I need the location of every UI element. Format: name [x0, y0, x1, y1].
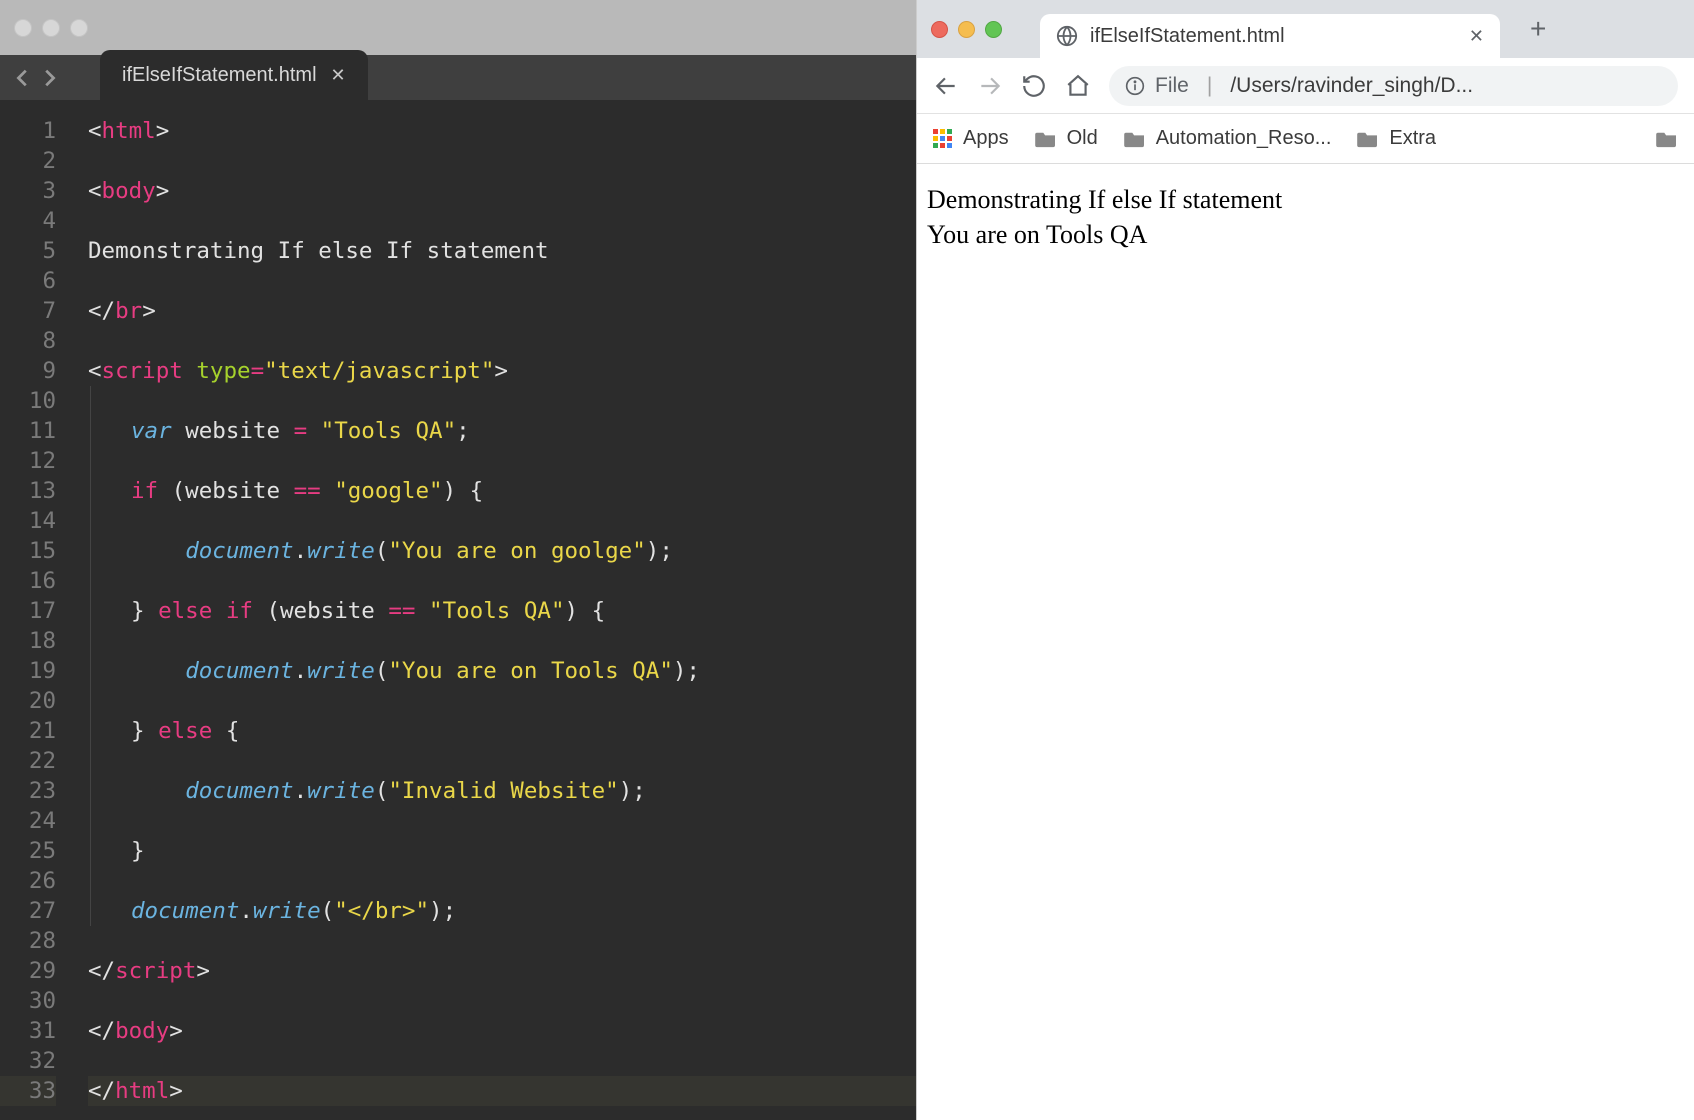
- folder-icon: [1656, 130, 1678, 148]
- editor-tab-close-icon[interactable]: ✕: [331, 65, 346, 86]
- window-control-close[interactable]: [931, 21, 948, 38]
- bookmarks-bar: Apps Old Automation_Reso... Extra: [917, 114, 1694, 164]
- editor-tab-title: ifElseIfStatement.html: [122, 64, 317, 87]
- window-control-close[interactable]: [14, 19, 32, 37]
- browser-tab-close-icon[interactable]: ✕: [1469, 26, 1484, 47]
- site-info-icon[interactable]: [1125, 76, 1145, 96]
- bookmark-label: Old: [1067, 127, 1098, 150]
- browser-tabstrip: ifElseIfStatement.html ✕ +: [917, 0, 1694, 58]
- browser-tab-active[interactable]: ifElseIfStatement.html ✕: [1040, 14, 1500, 58]
- browser-viewport: Demonstrating If else If statement You a…: [917, 164, 1694, 1120]
- editor-tab-active[interactable]: ifElseIfStatement.html ✕: [100, 50, 368, 100]
- url-path: /Users/ravinder_singh/D...: [1230, 74, 1473, 98]
- editor-back-icon[interactable]: [12, 67, 34, 89]
- new-tab-button[interactable]: +: [1530, 13, 1546, 45]
- editor-titlebar: [0, 0, 916, 55]
- url-scheme: File: [1155, 74, 1189, 98]
- window-control-minimize[interactable]: [42, 19, 60, 37]
- folder-icon: [1124, 130, 1146, 148]
- address-bar[interactable]: File | /Users/ravinder_singh/D...: [1109, 66, 1678, 106]
- editor-forward-icon[interactable]: [38, 67, 60, 89]
- editor-body[interactable]: 1234567891011121314151617181920212223242…: [0, 100, 916, 1120]
- bookmark-extra[interactable]: Extra: [1357, 127, 1436, 150]
- browser-window: ifElseIfStatement.html ✕ + File: [916, 0, 1694, 1120]
- bookmark-label: Apps: [963, 127, 1009, 150]
- bookmark-old[interactable]: Old: [1035, 127, 1098, 150]
- window-control-zoom[interactable]: [985, 21, 1002, 38]
- code-editor-window: ifElseIfStatement.html ✕ 123456789101112…: [0, 0, 916, 1120]
- globe-icon: [1056, 25, 1078, 47]
- bookmark-label: Extra: [1389, 127, 1436, 150]
- window-control-minimize[interactable]: [958, 21, 975, 38]
- folder-icon: [1357, 130, 1379, 148]
- reload-button[interactable]: [1021, 73, 1047, 99]
- editor-toolbar: ifElseIfStatement.html ✕: [0, 55, 916, 100]
- editor-code[interactable]: <html> <body> Demonstrating If else If s…: [68, 100, 916, 1120]
- window-control-zoom[interactable]: [70, 19, 88, 37]
- bookmark-automation[interactable]: Automation_Reso...: [1124, 127, 1332, 150]
- folder-icon: [1035, 130, 1057, 148]
- apps-grid-icon: [933, 129, 953, 149]
- page-text-line: Demonstrating If else If statement: [927, 182, 1684, 217]
- forward-button[interactable]: [977, 73, 1003, 99]
- back-button[interactable]: [933, 73, 959, 99]
- browser-toolbar: File | /Users/ravinder_singh/D...: [917, 58, 1694, 114]
- home-button[interactable]: [1065, 73, 1091, 99]
- browser-window-controls: [931, 21, 1002, 38]
- page-text-line: You are on Tools QA: [927, 217, 1684, 252]
- bookmark-label: Automation_Reso...: [1156, 127, 1332, 150]
- browser-tab-title: ifElseIfStatement.html: [1090, 25, 1457, 48]
- editor-gutter: 1234567891011121314151617181920212223242…: [0, 100, 68, 1120]
- url-separator: |: [1199, 74, 1220, 98]
- bookmark-truncated[interactable]: [1656, 130, 1678, 148]
- bookmark-apps[interactable]: Apps: [933, 127, 1009, 150]
